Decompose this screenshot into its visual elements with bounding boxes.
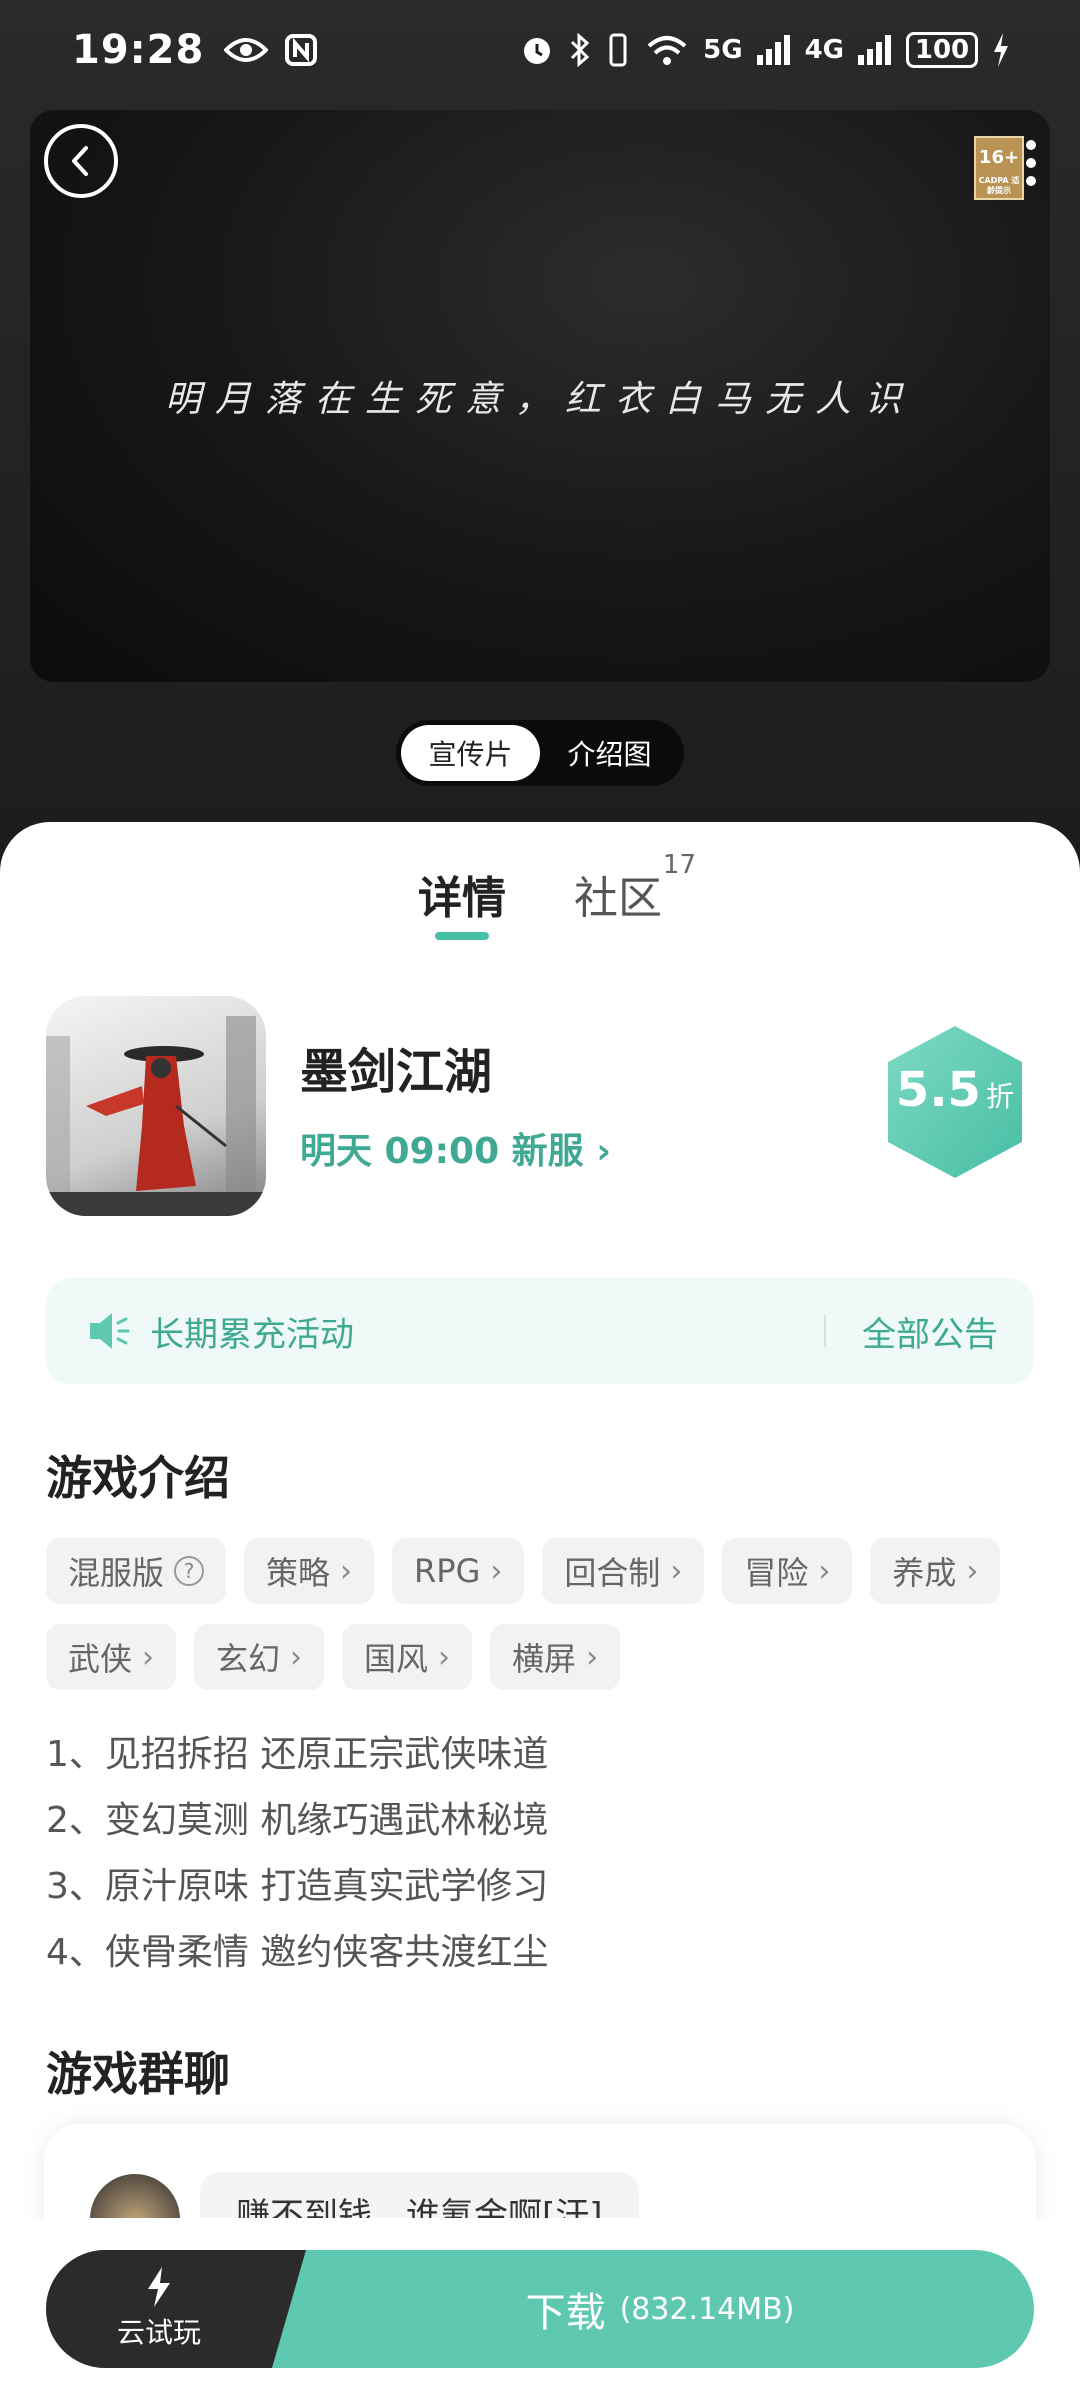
cloud-play-button[interactable]: 云试玩 — [46, 2250, 272, 2368]
chevron-right-icon: › — [586, 1639, 599, 1675]
chevron-right-icon: › — [818, 1553, 831, 1589]
game-icon-art — [46, 1016, 266, 1216]
nfc-icon — [285, 34, 318, 66]
tab-community-label: 社区 — [574, 873, 662, 924]
tab-details[interactable]: 详情 — [418, 862, 506, 940]
notice-divider — [824, 1315, 826, 1347]
tab-underline — [435, 932, 489, 940]
bluetooth-icon — [571, 32, 590, 68]
tag-item[interactable]: 回合制 › — [542, 1538, 705, 1604]
game-title: 墨剑江湖 — [300, 1044, 493, 1100]
description-line: 1、见招拆招 还原正宗武侠味道 — [46, 1734, 549, 1775]
discount-badge: 5.5 折 — [880, 1022, 1030, 1182]
app-screen: 19:28 5G 4G 100 明月落在生死意，红衣白马无人识 16+ CADP… — [0, 0, 1080, 2400]
server-info-text: 明天 09:00 新服 — [300, 1131, 584, 1172]
content-sheet: 详情 社区 17 墨剑江湖 明天 09:00 新服 › 5.5 折 长期累充活动… — [0, 822, 1080, 2400]
tag-item[interactable]: 玄幻 › — [194, 1624, 325, 1690]
age-rating-sub: CADPA 适龄提示 — [978, 176, 1020, 195]
media-switch-images[interactable]: 介绍图 — [540, 725, 679, 781]
bottom-action-bar: 下载 (832.14MB) 云试玩 — [0, 2218, 1080, 2400]
battery-indicator: 100 — [906, 32, 978, 68]
chevron-left-icon — [72, 146, 88, 176]
tag-label: 武侠 — [68, 1640, 133, 1678]
all-announcements-link[interactable]: 全部公告 — [862, 1307, 998, 1356]
chevron-right-icon: › — [340, 1553, 353, 1589]
tag-label: 冒险 — [744, 1554, 809, 1592]
description-line: 2、变幻莫测 机缘巧遇武林秘境 — [46, 1800, 549, 1841]
group-chat-section-title: 游戏群聊 — [46, 2047, 230, 2101]
discount-value: 5.5 — [895, 1062, 981, 1118]
notice-text: 长期累充活动 — [150, 1314, 354, 1355]
lightning-icon — [148, 2267, 170, 2307]
wifi-icon — [647, 36, 687, 65]
age-rating-badge: 16+ CADPA 适龄提示 — [974, 136, 1024, 200]
tag-label: 养成 — [892, 1554, 957, 1592]
notice-bar[interactable]: 长期累充活动 全部公告 — [46, 1278, 1034, 1384]
tag-item[interactable]: 武侠 › — [46, 1624, 177, 1690]
tag-item[interactable]: 国风 › — [342, 1624, 473, 1690]
description-line: 4、侠骨柔情 邀约侠客共渡红尘 — [46, 1932, 549, 1973]
description-line: 3、原汁原味 打造真实武学修习 — [46, 1866, 549, 1907]
chevron-right-icon: › — [670, 1553, 683, 1589]
tab-details-label: 详情 — [418, 873, 506, 924]
signal-4g-icon — [858, 35, 891, 65]
age-rating-label: 16+ — [978, 147, 1020, 168]
chevron-right-icon: › — [438, 1639, 451, 1675]
tag-item[interactable]: 冒险 › — [722, 1538, 853, 1604]
tag-item[interactable]: 养成 › — [870, 1538, 1001, 1604]
server-info-link[interactable]: 明天 09:00 新服 › — [300, 1122, 611, 1174]
status-time: 19:28 — [72, 27, 205, 73]
discount-text: 5.5 折 — [880, 1062, 1030, 1118]
speaker-icon — [90, 1313, 130, 1349]
back-button[interactable] — [44, 124, 118, 198]
help-icon[interactable]: ? — [174, 1556, 205, 1586]
tag-item[interactable]: RPG › — [392, 1538, 525, 1604]
charging-icon — [994, 33, 1008, 67]
tag-item[interactable]: 策略 › — [244, 1538, 375, 1604]
tag-label: 回合制 — [564, 1554, 661, 1592]
video-caption: 明月落在生死意，红衣白马无人识 — [164, 379, 915, 420]
action-button-group: 下载 (832.14MB) 云试玩 — [46, 2250, 1034, 2368]
vibrate-icon — [609, 33, 627, 67]
download-size: (832.14MB) — [619, 2291, 795, 2327]
more-options-icon[interactable] — [1026, 140, 1036, 194]
media-switch-video[interactable]: 宣传片 — [401, 725, 540, 781]
tab-bar: 详情 社区 17 — [0, 850, 1080, 940]
chevron-right-icon: › — [966, 1553, 979, 1589]
tag-label: RPG — [414, 1552, 481, 1590]
signal-4g-label: 4G — [804, 35, 844, 65]
chevron-right-icon: › — [596, 1131, 612, 1172]
tag-label: 横屏 — [512, 1640, 577, 1678]
tab-community-count: 17 — [662, 850, 696, 880]
status-bar: 19:28 5G 4G 100 — [0, 0, 1080, 100]
download-button[interactable]: 下载 (832.14MB) — [286, 2250, 1034, 2368]
chevron-right-icon: › — [290, 1639, 303, 1675]
game-icon — [46, 996, 266, 1216]
discount-unit: 折 — [986, 1080, 1015, 1113]
alarm-icon — [524, 38, 551, 64]
promo-video[interactable]: 明月落在生死意，红衣白马无人识 16+ CADPA 适龄提示 — [30, 110, 1050, 682]
tag-label: 混服版 — [68, 1554, 165, 1592]
signal-5g-icon — [756, 35, 790, 65]
download-label: 下载 — [525, 2290, 606, 2336]
tag-item[interactable]: 横屏 › — [490, 1624, 621, 1690]
status-left-icons — [224, 33, 318, 67]
media-switch: 宣传片 介绍图 — [396, 720, 684, 786]
eye-icon — [224, 38, 269, 62]
battery-level: 100 — [914, 35, 970, 65]
tag-list: 混服版 ? 策略 › RPG › 回合制 › 冒险 › 养成 › 武侠 › 玄幻… — [46, 1538, 1036, 1690]
tag-label: 策略 — [266, 1554, 331, 1592]
tag-item[interactable]: 混服版 ? — [46, 1538, 227, 1604]
intro-section-title: 游戏介绍 — [46, 1451, 230, 1505]
tab-community[interactable]: 社区 17 — [574, 850, 696, 926]
tag-label: 国风 — [364, 1640, 429, 1678]
status-right-icons: 5G 4G 100 — [519, 32, 1010, 68]
game-description: 1、见招拆招 还原正宗武侠味道 2、变幻莫测 机缘巧遇武林秘境 3、原汁原味 打… — [46, 1722, 548, 1986]
tag-label: 玄幻 — [216, 1640, 281, 1678]
signal-5g-label: 5G — [703, 35, 743, 65]
chevron-right-icon: › — [142, 1639, 155, 1675]
chevron-right-icon: › — [490, 1553, 503, 1589]
cloud-play-label: 云试玩 — [116, 2316, 201, 2349]
